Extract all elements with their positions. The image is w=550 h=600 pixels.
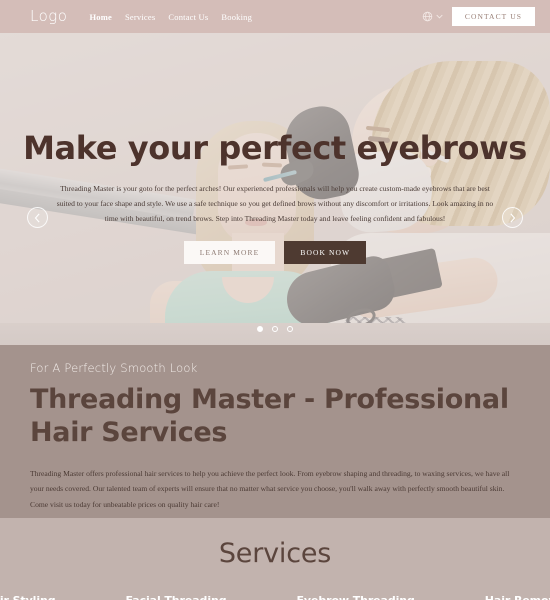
carousel-next-button[interactable] (502, 207, 523, 228)
chevron-left-icon (34, 212, 41, 223)
chevron-right-icon (509, 212, 516, 223)
globe-icon (422, 11, 433, 22)
learn-more-button[interactable]: LEARN MORE (183, 240, 276, 265)
hero-button-group: LEARN MORE BOOK NOW (183, 240, 367, 265)
services-tab-list: Hair Styling Facial Threading Eyebrow Th… (0, 594, 550, 600)
carousel-prev-button[interactable] (27, 207, 48, 228)
services-title: Services (218, 538, 332, 569)
carousel-dots (0, 326, 550, 332)
about-section: For A Perfectly Smooth Look Threading Ma… (0, 345, 550, 518)
about-paragraph: Threading Master offers professional hai… (30, 468, 510, 509)
service-tab-hair-removal[interactable]: Hair Removal (485, 594, 550, 600)
service-tab-facial-threading[interactable]: Facial Threading (126, 594, 227, 600)
carousel-dot-1[interactable] (257, 326, 263, 332)
site-logo[interactable]: Logo (30, 9, 67, 24)
about-eyebrow-text: For A Perfectly Smooth Look (30, 361, 198, 375)
service-tab-hair-styling[interactable]: Hair Styling (0, 594, 56, 600)
hero-title: Make your perfect eyebrows (23, 129, 527, 167)
nav-item-contact-us[interactable]: Contact Us (168, 12, 208, 22)
header-actions: CONTACT US (422, 6, 535, 27)
book-now-button[interactable]: BOOK NOW (284, 240, 367, 265)
header-contact-us-button[interactable]: CONTACT US (451, 6, 535, 27)
page-root: Logo Home Services Contact Us Booking CO… (0, 0, 550, 600)
hero-paragraph: Threading Master is your goto for the pe… (56, 184, 494, 223)
language-selector[interactable] (422, 11, 443, 22)
about-title: Threading Master - Professional Hair Ser… (30, 384, 509, 448)
nav-item-home[interactable]: Home (89, 12, 112, 22)
nav-item-services[interactable]: Services (125, 12, 155, 22)
main-navigation: Home Services Contact Us Booking (89, 12, 421, 22)
carousel-dot-2[interactable] (272, 326, 278, 332)
services-section: Services Hair Styling Facial Threading E… (0, 518, 550, 600)
nav-item-booking[interactable]: Booking (221, 12, 252, 22)
hero-content: Make your perfect eyebrows Threading Mas… (0, 33, 550, 345)
service-tab-eyebrow-threading[interactable]: Eyebrow Threading (297, 594, 415, 600)
chevron-down-icon (436, 14, 443, 19)
hero-section: Make your perfect eyebrows Threading Mas… (0, 33, 550, 345)
site-header: Logo Home Services Contact Us Booking CO… (0, 0, 550, 33)
carousel-dot-3[interactable] (287, 326, 293, 332)
